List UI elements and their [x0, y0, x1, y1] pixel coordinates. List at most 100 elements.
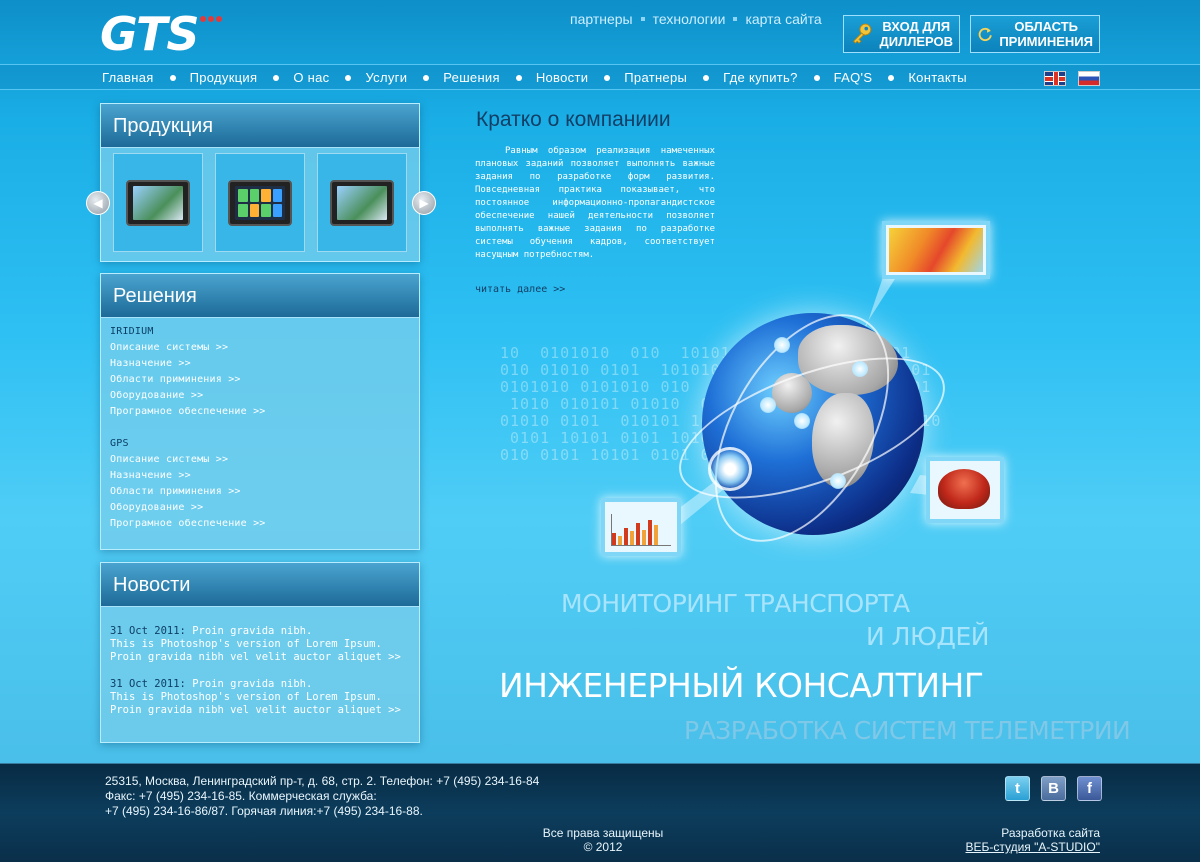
rights-text: Все права защищены — [542, 826, 664, 840]
developer-label: Разработка сайта — [1001, 826, 1100, 840]
top-link-partners[interactable]: партнеры — [570, 11, 633, 27]
nav-item-solutions[interactable]: Решения — [407, 70, 500, 85]
news-headline: Proin gravida nibh. — [192, 678, 313, 690]
product-thumb[interactable] — [317, 153, 407, 252]
solution-link[interactable]: Оборудование >> — [110, 500, 410, 516]
news-date: 31 Oct 2011: — [110, 678, 186, 690]
footer-copyright: Все права защищены © 2012 — [500, 826, 706, 854]
nav-label: Решения — [443, 70, 500, 85]
news-panel: Новости 31 Oct 2011: Proin gravida nibh.… — [100, 562, 420, 743]
tagline-telemetry-development: РАЗРАБОТКА СИСТЕМ ТЕЛЕМЕТРИИ — [684, 716, 1131, 745]
news-date: 31 Oct 2011: — [110, 625, 186, 637]
footer-address-line: Факс: +7 (495) 234-16-85. Коммерческая с… — [105, 789, 377, 803]
footer: 25315, Москва, Ленинградский пр-т, д. 68… — [0, 763, 1200, 862]
logo-text: GTS — [100, 7, 199, 61]
language-switcher — [1044, 71, 1100, 86]
twitter-icon[interactable]: t — [1005, 776, 1030, 801]
copyright-year: © 2012 — [583, 840, 623, 854]
solution-link[interactable]: Програмное обеспечение >> — [110, 516, 410, 532]
globe-image — [661, 284, 963, 572]
news-headline: Proin gravida nibh. — [192, 625, 313, 637]
nav-item-services[interactable]: Услуги — [329, 70, 407, 85]
product-thumb[interactable] — [215, 153, 305, 252]
nav-label: О нас — [293, 70, 330, 85]
news-panel-title: Новости — [101, 563, 419, 607]
solution-link[interactable]: Описание системы >> — [110, 340, 410, 356]
top-link-sitemap[interactable]: карта сайта — [745, 11, 821, 27]
developer-link[interactable]: ВЕБ-студия "A-STUDIO" — [965, 840, 1100, 854]
dealers-login-button[interactable]: ВХОД ДЛЯ ДИЛЛЕРОВ — [843, 15, 960, 53]
nav-item-news[interactable]: Новости — [500, 70, 588, 85]
logo-dots — [200, 16, 223, 22]
dealers-login-label: ВХОД ДЛЯ ДИЛЛЕРОВ — [879, 19, 954, 49]
hero-illustration: 10 0101010 010 10101 0101 010101 0101 01… — [480, 215, 1140, 585]
glow-node-icon — [708, 447, 752, 491]
bar-chart-card-image — [601, 498, 681, 556]
nav-label: Пратнеры — [624, 70, 688, 85]
product-thumb[interactable] — [113, 153, 203, 252]
solutions-panel-title: Решения — [101, 274, 419, 318]
nav-label: Главная — [102, 70, 154, 85]
carousel-prev-arrow-icon[interactable]: ◀ — [86, 191, 110, 215]
main-nav-bar: Главная Продукция О нас Услуги Решения Н… — [0, 64, 1200, 90]
nav-label: Где купить? — [723, 70, 798, 85]
solution-link[interactable]: Оборудование >> — [110, 388, 410, 404]
vkontakte-icon[interactable]: B — [1041, 776, 1066, 801]
nav-label: Услуги — [365, 70, 408, 85]
news-list: 31 Oct 2011: Proin gravida nibh. This is… — [101, 607, 419, 749]
top-link-technologies[interactable]: технологии — [653, 11, 726, 27]
key-icon — [852, 23, 872, 44]
solution-link[interactable]: Области приминения >> — [110, 372, 410, 388]
nav-bullet — [169, 74, 176, 81]
news-text: This is Photoshop's version of Lorem Ips… — [110, 638, 401, 663]
surface-plot-card-image — [926, 457, 1004, 523]
products-panel: Продукция — [100, 103, 420, 262]
application-area-label: ОБЛАСТЬ ПРИМИНЕНИЯ — [999, 19, 1093, 49]
footer-address: 25315, Москва, Ленинградский пр-т, д. 68… — [105, 774, 539, 819]
nav-item-contacts[interactable]: Контакты — [872, 70, 967, 85]
nav-item-faq[interactable]: FAQ'S — [798, 70, 873, 85]
solution-link[interactable]: Назначение >> — [110, 356, 410, 372]
separator — [640, 17, 645, 21]
tagline-people: И ЛЮДЕЙ — [866, 622, 989, 651]
separator — [733, 17, 738, 21]
solution-link[interactable]: Програмное обеспечение >> — [110, 404, 410, 420]
nav-bullet — [515, 74, 522, 81]
news-item[interactable]: 31 Oct 2011: Proin gravida nibh. This is… — [110, 625, 410, 664]
navigator-device-image — [330, 179, 394, 226]
solutions-panel: Решения IRIDIUM Описание системы >> Назн… — [100, 273, 420, 550]
carousel-next-arrow-icon[interactable]: ▶ — [412, 191, 436, 215]
nav-bullet — [345, 74, 352, 81]
nav-bullet — [888, 74, 895, 81]
application-area-button[interactable]: ОБЛАСТЬ ПРИМИНЕНИЯ — [970, 15, 1100, 53]
solution-link[interactable]: Области приминения >> — [110, 484, 410, 500]
navigator-device-image — [228, 179, 292, 226]
nav-bullet — [703, 74, 710, 81]
solution-link[interactable]: Назначение >> — [110, 468, 410, 484]
tagline-transport-monitoring: МОНИТОРИНГ ТРАНСПОРТА — [561, 589, 910, 618]
nav-item-where-to-buy[interactable]: Где купить? — [687, 70, 798, 85]
solution-link[interactable]: Описание системы >> — [110, 452, 410, 468]
nav-bullet — [423, 74, 430, 81]
flag-uk-icon[interactable] — [1044, 71, 1066, 86]
social-links: t B f — [1005, 776, 1102, 801]
nav-label: FAQ'S — [833, 70, 873, 85]
solution-group-title: IRIDIUM — [110, 326, 154, 337]
nav-item-partners[interactable]: Пратнеры — [588, 70, 687, 85]
nav-item-about[interactable]: О нас — [257, 70, 329, 85]
navigator-device-image — [126, 179, 190, 226]
nav-label: Продукция — [189, 70, 258, 85]
about-title: Кратко о компаниии — [476, 108, 671, 131]
nav-item-home[interactable]: Главная — [102, 70, 154, 85]
products-carousel — [113, 153, 407, 252]
news-text: This is Photoshop's version of Lorem Ips… — [110, 691, 401, 716]
footer-address-line: 25315, Москва, Ленинградский пр-т, д. 68… — [105, 774, 540, 788]
gts-logo[interactable]: GTS — [100, 7, 223, 61]
footer-address-line: +7 (495) 234-16-86/87. Горячая линия:+7 … — [105, 804, 423, 818]
solution-group-title: GPS — [110, 438, 129, 449]
nav-item-products[interactable]: Продукция — [154, 70, 258, 85]
flag-ru-icon[interactable] — [1078, 71, 1100, 86]
facebook-icon[interactable]: f — [1077, 776, 1102, 801]
footer-developer: Разработка сайта ВЕБ-студия "A-STUDIO" — [965, 826, 1100, 854]
news-item[interactable]: 31 Oct 2011: Proin gravida nibh. This is… — [110, 678, 410, 717]
